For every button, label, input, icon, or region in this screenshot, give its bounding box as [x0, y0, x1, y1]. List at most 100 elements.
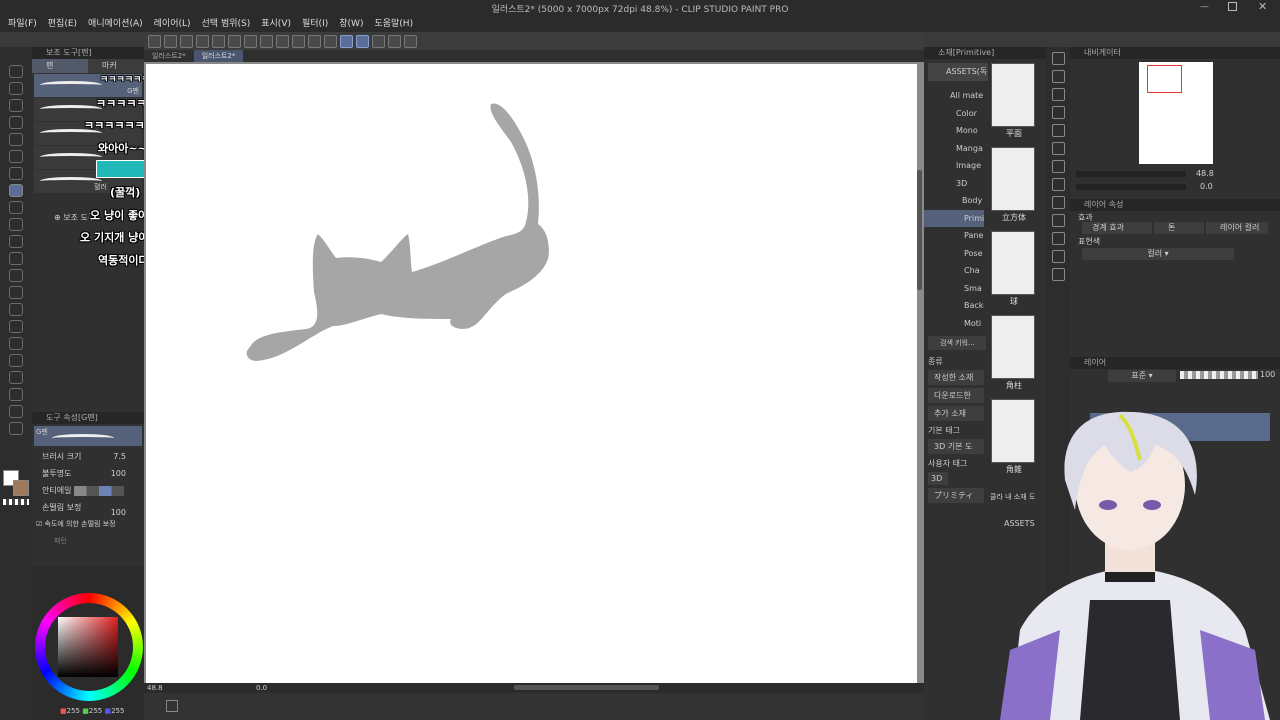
brush-tool-icon[interactable]	[9, 218, 23, 231]
open-file-icon[interactable]	[180, 34, 193, 48]
panel-icon-9[interactable]	[1051, 196, 1065, 209]
eraser-icon[interactable]	[9, 269, 23, 282]
zoom-tool-icon[interactable]	[9, 65, 23, 78]
material-tree-item[interactable]: Cha	[924, 262, 984, 280]
panel-icon-10[interactable]	[1051, 214, 1065, 227]
transparent-color-swatch[interactable]	[3, 499, 29, 505]
category-created[interactable]: 작성한 소재	[928, 370, 984, 385]
snap-special-ruler-icon[interactable]	[356, 34, 369, 48]
tone-button[interactable]: 톤	[1154, 222, 1204, 234]
gradient-icon[interactable]	[9, 320, 23, 333]
menu-layer[interactable]: 레이어(L)	[154, 16, 191, 32]
menu-window[interactable]: 창(W)	[339, 16, 363, 32]
layer-opacity-value[interactable]: 100	[1260, 370, 1275, 379]
frame-icon[interactable]	[9, 354, 23, 367]
menu-edit[interactable]: 편집(E)	[48, 16, 77, 32]
material-tree-item[interactable]: 3D	[924, 175, 984, 193]
panel-icon-6[interactable]	[1051, 142, 1065, 155]
pen-tool-icon[interactable]	[9, 184, 23, 197]
navigator-angle-slider[interactable]	[1076, 184, 1186, 190]
material-tree-item[interactable]: Moti	[924, 315, 984, 333]
menu-filter[interactable]: 필터(I)	[302, 16, 328, 32]
material-tree-item[interactable]: Color	[924, 105, 984, 123]
maximize-button[interactable]	[1228, 2, 1237, 11]
expression-color-select[interactable]: 컬러 ▾	[1082, 248, 1234, 260]
material-tree-item[interactable]: Mono	[924, 122, 984, 140]
material-tree-item[interactable]: Body	[924, 192, 984, 210]
close-button[interactable]: ✕	[1258, 0, 1267, 13]
transform-icon[interactable]	[260, 34, 273, 48]
material-tree-item[interactable]: Backg	[924, 297, 984, 315]
blend-mode-select[interactable]: 표준 ▾	[1108, 370, 1176, 382]
eyedropper-icon[interactable]	[9, 167, 23, 180]
panel-icon-13[interactable]	[1051, 268, 1065, 281]
antialias-row[interactable]: 안티에일	[32, 482, 144, 499]
panel-icon-11[interactable]	[1051, 232, 1065, 245]
hand-tool-icon[interactable]	[9, 82, 23, 95]
panel-icon-12[interactable]	[1051, 250, 1065, 263]
panel-icon-2[interactable]	[1051, 70, 1065, 83]
clip-studio-icon[interactable]	[148, 34, 161, 48]
blend-icon[interactable]	[9, 286, 23, 299]
save-icon[interactable]	[196, 34, 209, 48]
basic-tag-button[interactable]: 3D 기본 도	[928, 439, 984, 454]
ruler-icon[interactable]	[9, 371, 23, 384]
auto-select-icon[interactable]	[9, 150, 23, 163]
brush-size-value[interactable]: 7.5	[113, 448, 126, 465]
border-effect-button[interactable]: 경계 효과	[1082, 222, 1152, 234]
snap-ruler-icon[interactable]	[340, 34, 353, 48]
material-tree-item[interactable]: Pose	[924, 245, 984, 263]
category-downloaded[interactable]: 다운로드한	[928, 388, 984, 403]
canvas-scrollbar[interactable]	[917, 170, 922, 290]
fill-tool-icon[interactable]	[9, 303, 23, 316]
material-thumb-cube[interactable]: 立方体	[991, 147, 1035, 222]
menu-view[interactable]: 표시(V)	[261, 16, 291, 32]
navigator-view-rect[interactable]	[1147, 65, 1182, 93]
fill-icon[interactable]	[244, 34, 257, 48]
material-thumb-prism[interactable]: 角柱	[991, 315, 1035, 390]
figure-icon[interactable]	[9, 337, 23, 350]
document-tab[interactable]: 일러스트2*	[144, 50, 194, 62]
redo-icon[interactable]	[228, 34, 241, 48]
material-tree-item-selected[interactable]: Primi	[924, 209, 984, 227]
panel-icon-5[interactable]	[1051, 124, 1065, 137]
crop-icon[interactable]	[308, 34, 321, 48]
navigator-zoom[interactable]: 48.8	[1196, 169, 1214, 178]
navigator-angle[interactable]: 0.0	[1200, 182, 1213, 191]
airbrush-icon[interactable]	[9, 235, 23, 248]
stabilize-row[interactable]: 손떨림 보정 100	[32, 499, 144, 517]
layer-opacity-slider[interactable]	[1180, 371, 1258, 379]
pencil-tool-icon[interactable]	[9, 201, 23, 214]
menu-file[interactable]: 파일(F)	[8, 16, 37, 32]
timeline-icon[interactable]	[166, 700, 178, 712]
panel-icon-1[interactable]	[1051, 52, 1065, 65]
user-tag-button[interactable]: 3D	[928, 472, 948, 485]
help-icon[interactable]	[404, 34, 417, 48]
opacity-row[interactable]: 불투명도 100	[32, 465, 144, 482]
material-tree-item[interactable]: Panel	[924, 227, 984, 245]
menu-help[interactable]: 도움말(H)	[374, 16, 413, 32]
pattern-row[interactable]: 패턴	[32, 533, 144, 550]
zoom-readout[interactable]: 48.8	[147, 684, 163, 692]
material-thumb-sphere[interactable]: 球	[991, 231, 1035, 306]
panel-icon-4[interactable]	[1051, 106, 1065, 119]
menu-selection[interactable]: 선택 범위(S)	[202, 16, 251, 32]
layer-color-button[interactable]: 레이어 컬러	[1206, 222, 1268, 234]
move-layer-icon[interactable]	[9, 116, 23, 129]
text-tool-icon[interactable]	[9, 388, 23, 401]
menu-animation[interactable]: 애니메이션(A)	[88, 16, 143, 32]
new-file-icon[interactable]	[164, 34, 177, 48]
minimize-button[interactable]: —	[1200, 2, 1210, 12]
deselect-icon[interactable]	[292, 34, 305, 48]
panel-icon-8[interactable]	[1051, 178, 1065, 191]
panel-icon-3[interactable]	[1051, 88, 1065, 101]
category-added[interactable]: 추가 소재	[928, 406, 984, 421]
undo-icon[interactable]	[212, 34, 225, 48]
angle-readout[interactable]: 0.0	[256, 684, 267, 692]
speed-stabilize-row[interactable]: ☑ 속도에 의한 손떨림 보정	[32, 516, 144, 533]
clear-icon[interactable]	[276, 34, 289, 48]
balloon-icon[interactable]	[9, 405, 23, 418]
background-color-swatch[interactable]	[13, 480, 29, 496]
drawing-canvas[interactable]	[146, 64, 917, 683]
panel-icon-7[interactable]	[1051, 160, 1065, 173]
